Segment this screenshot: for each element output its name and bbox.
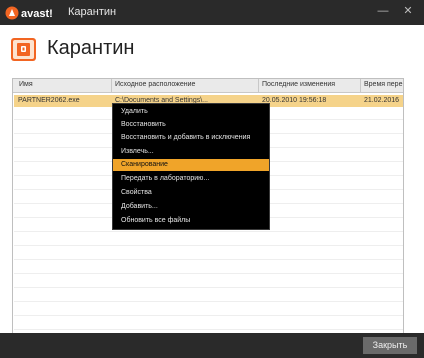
- menu-item-restore[interactable]: Восстановить: [113, 119, 269, 131]
- column-separator[interactable]: [360, 79, 361, 93]
- menu-item-add[interactable]: Добавить...: [113, 201, 269, 213]
- avast-logo-icon: avast!: [5, 6, 53, 20]
- cell-name: PARTNER2062.exe: [18, 97, 80, 104]
- svg-text:avast!: avast!: [21, 8, 53, 20]
- window-footer: Закрыть: [0, 333, 424, 358]
- column-header-time[interactable]: Время пере: [364, 81, 402, 88]
- cell-time: 21.02.2016: [364, 97, 400, 104]
- menu-item-refresh-all[interactable]: Обновить все файлы: [113, 215, 269, 227]
- row-divider: [14, 287, 403, 288]
- window-titlebar: avast! Карантин — ✕: [0, 0, 424, 25]
- row-divider: [14, 231, 403, 232]
- row-divider: [14, 259, 403, 260]
- page-title: Карантин: [47, 37, 135, 59]
- close-button[interactable]: Закрыть: [363, 337, 417, 354]
- menu-item-extract[interactable]: Извлечь...: [113, 146, 269, 158]
- menu-item-properties[interactable]: Свойства: [113, 187, 269, 199]
- quarantine-lock-icon: [11, 38, 36, 61]
- minimize-button[interactable]: —: [373, 2, 393, 20]
- window-title: Карантин: [68, 6, 117, 18]
- context-menu: Удалить Восстановить Восстановить и доба…: [112, 103, 270, 230]
- row-divider: [14, 301, 403, 302]
- menu-item-scan[interactable]: Сканирование: [113, 159, 269, 171]
- row-divider: [14, 245, 403, 246]
- column-separator[interactable]: [111, 79, 112, 93]
- row-divider: [14, 315, 403, 316]
- menu-item-restore-exclude[interactable]: Восстановить и добавить в исключения: [113, 132, 269, 144]
- column-separator[interactable]: [258, 79, 259, 93]
- cell-modified: 20.05.2010 19:56:18: [262, 97, 327, 104]
- column-header-modified[interactable]: Последние изменения: [262, 81, 335, 88]
- column-header-name[interactable]: Имя: [19, 81, 33, 88]
- row-divider: [14, 273, 403, 274]
- menu-item-send-to-lab[interactable]: Передать в лабораторию...: [113, 173, 269, 185]
- close-window-button[interactable]: ✕: [398, 2, 418, 20]
- row-divider: [14, 329, 403, 330]
- menu-item-delete[interactable]: Удалить: [113, 106, 269, 118]
- column-header-location[interactable]: Исходное расположение: [115, 81, 195, 88]
- table-header: Имя Исходное расположение Последние изме…: [13, 79, 403, 93]
